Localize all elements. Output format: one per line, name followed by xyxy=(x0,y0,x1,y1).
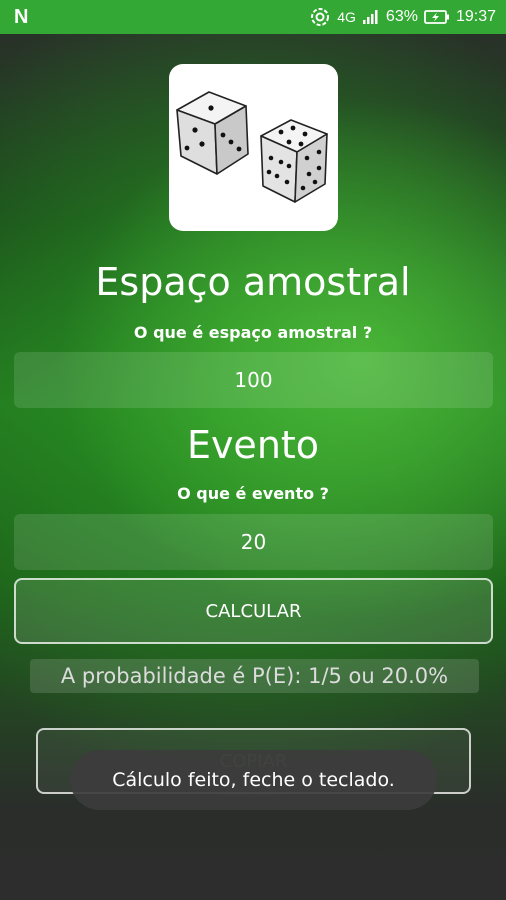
event-input[interactable] xyxy=(14,514,493,570)
probability-result: A probabilidade é P(E): 1/5 ou 20.0% xyxy=(30,659,479,693)
network-type: 4G xyxy=(337,9,356,25)
signal-icon xyxy=(362,9,380,25)
notification-n-icon: N xyxy=(14,5,28,28)
sample-space-input[interactable] xyxy=(14,352,493,408)
sync-icon xyxy=(309,6,331,28)
sample-space-title: Espaço amostral xyxy=(95,260,411,304)
event-title: Evento xyxy=(186,423,320,467)
battery-charging-icon xyxy=(424,9,450,25)
status-bar: N 4G 63% 19:37 xyxy=(0,0,506,34)
sample-space-question: O que é espaço amostral ? xyxy=(133,323,373,342)
calculate-button[interactable]: CALCULAR xyxy=(14,578,493,644)
clock: 19:37 xyxy=(455,8,496,25)
dice-image xyxy=(169,64,338,231)
event-question: O que é evento ? xyxy=(177,484,329,503)
toast-message: Cálculo feito, feche o teclado. xyxy=(70,750,437,810)
battery-percent: 63% xyxy=(385,8,418,25)
